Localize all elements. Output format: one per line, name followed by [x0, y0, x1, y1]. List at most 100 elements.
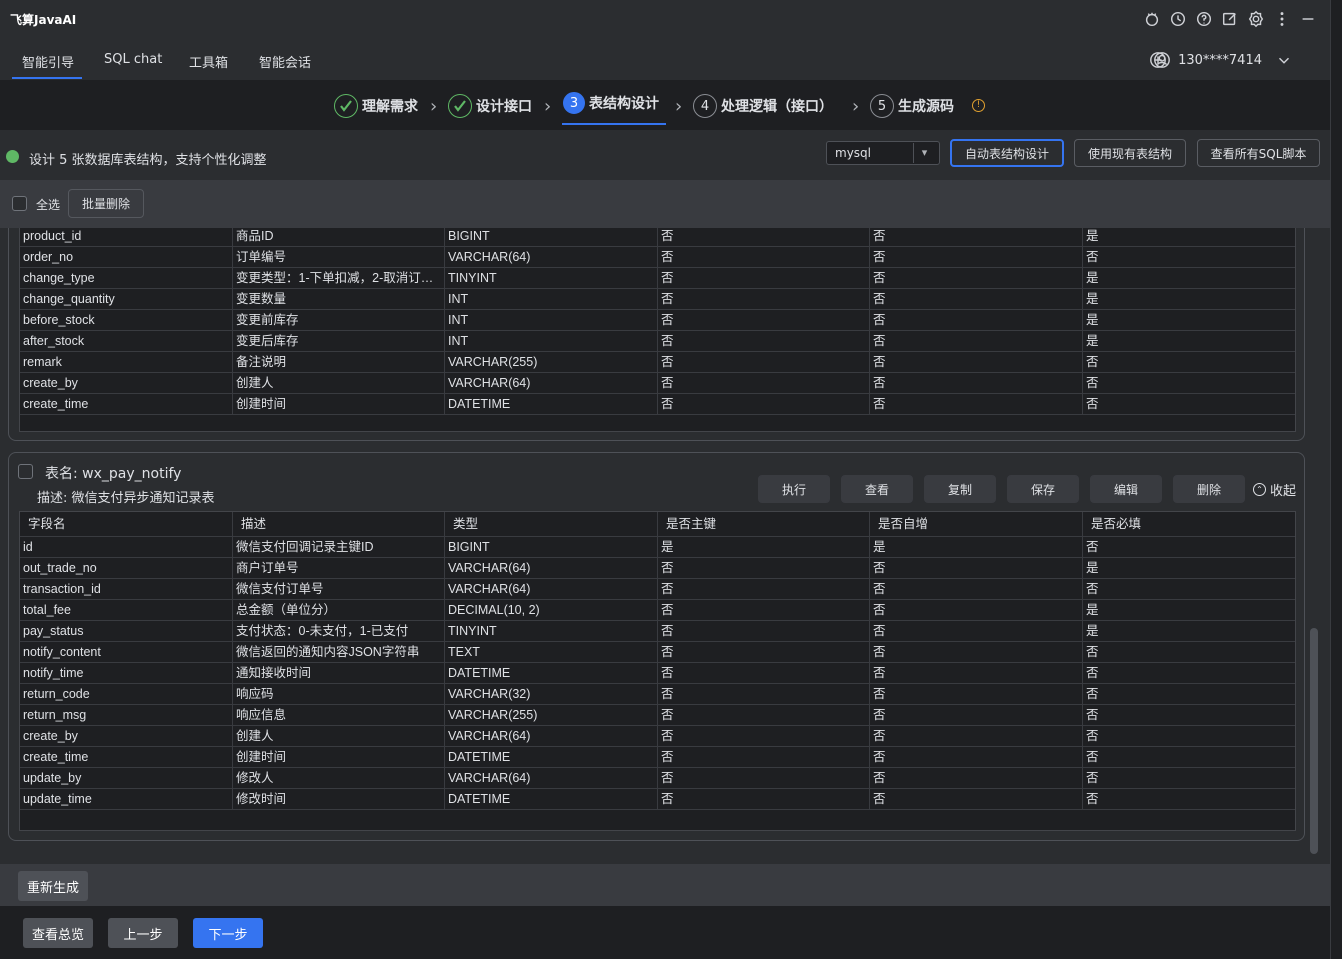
- table-cell[interactable]: 否: [658, 684, 870, 705]
- table-cell[interactable]: 否: [870, 352, 1083, 373]
- table-cell[interactable]: 否: [658, 289, 870, 310]
- table-cell[interactable]: update_time: [20, 789, 233, 810]
- table-cell[interactable]: return_msg: [20, 705, 233, 726]
- prev-step-button[interactable]: 上一步: [108, 918, 178, 948]
- table-cell[interactable]: 否: [870, 289, 1083, 310]
- table-cell[interactable]: VARCHAR(64): [445, 373, 658, 394]
- table-cell[interactable]: remark: [20, 352, 233, 373]
- user-menu[interactable]: 130****7414: [1152, 50, 1294, 70]
- table-cell[interactable]: 否: [870, 747, 1083, 768]
- table-cell[interactable]: 是: [1083, 621, 1295, 642]
- table-cell[interactable]: 否: [1083, 373, 1295, 394]
- table-cell[interactable]: 否: [1083, 684, 1295, 705]
- table-row[interactable]: change_quantity 变更数量 INT 否否是: [20, 289, 1295, 310]
- table-row[interactable]: remark 备注说明 VARCHAR(255) 否否否: [20, 352, 1295, 373]
- table-cell[interactable]: 否: [1083, 789, 1295, 810]
- execute-button[interactable]: 执行: [758, 475, 830, 503]
- table-row[interactable]: return_msg 响应信息 VARCHAR(255) 否否否: [20, 705, 1295, 726]
- table-cell[interactable]: id: [20, 537, 233, 558]
- table-cell[interactable]: notify_content: [20, 642, 233, 663]
- table-cell[interactable]: INT: [445, 289, 658, 310]
- table-cell[interactable]: change_quantity: [20, 289, 233, 310]
- table-cell[interactable]: 响应码: [233, 684, 445, 705]
- tab-guide[interactable]: 智能引导: [22, 52, 74, 71]
- next-step-button[interactable]: 下一步: [193, 918, 263, 948]
- table-cell[interactable]: DECIMAL(10, 2): [445, 600, 658, 621]
- table-cell[interactable]: 否: [658, 768, 870, 789]
- table-row[interactable]: after_stock 变更后库存 INT 否否是: [20, 331, 1295, 352]
- table-cell[interactable]: 是: [1083, 289, 1295, 310]
- table-cell[interactable]: return_code: [20, 684, 233, 705]
- table-cell[interactable]: 否: [658, 621, 870, 642]
- table-cell[interactable]: 微信支付订单号: [233, 579, 445, 600]
- tab-sql-chat[interactable]: SQL chat: [104, 52, 162, 67]
- table-cell[interactable]: 否: [870, 228, 1083, 247]
- table-cell[interactable]: order_no: [20, 247, 233, 268]
- table-cell[interactable]: 否: [658, 600, 870, 621]
- table-row[interactable]: total_fee 总金额（单位分） DECIMAL(10, 2) 否否是: [20, 600, 1295, 621]
- table-cell[interactable]: 否: [870, 579, 1083, 600]
- table-cell[interactable]: 变更后库存: [233, 331, 445, 352]
- table-row[interactable]: transaction_id 微信支付订单号 VARCHAR(64) 否否否: [20, 579, 1295, 600]
- sparkle-icon[interactable]: [1142, 9, 1162, 29]
- table-row[interactable]: update_time 修改时间 DATETIME 否否否: [20, 789, 1295, 810]
- table-row[interactable]: create_time 创建时间 DATETIME 否否否: [20, 394, 1295, 415]
- table-cell[interactable]: product_id: [20, 228, 233, 247]
- table-cell[interactable]: after_stock: [20, 331, 233, 352]
- table-cell[interactable]: DATETIME: [445, 663, 658, 684]
- table-cell[interactable]: DATETIME: [445, 789, 658, 810]
- table-cell[interactable]: 否: [870, 684, 1083, 705]
- column-header[interactable]: 是否自增: [870, 512, 1083, 537]
- table-row[interactable]: notify_time 通知接收时间 DATETIME 否否否: [20, 663, 1295, 684]
- table-cell[interactable]: create_by: [20, 726, 233, 747]
- table-cell[interactable]: total_fee: [20, 600, 233, 621]
- table-cell[interactable]: notify_time: [20, 663, 233, 684]
- table-cell[interactable]: 否: [1083, 394, 1295, 415]
- table-row[interactable]: notify_content 微信返回的通知内容JSON字符串 TEXT 否否否: [20, 642, 1295, 663]
- table-cell[interactable]: 否: [870, 247, 1083, 268]
- table-cell[interactable]: 变更类型：1-下单扣减，2-取消订单…: [233, 268, 445, 289]
- table-cell[interactable]: 是: [658, 537, 870, 558]
- table-cell[interactable]: transaction_id: [20, 579, 233, 600]
- table-row[interactable]: order_no 订单编号 VARCHAR(64) 否否否: [20, 247, 1295, 268]
- table-cell[interactable]: 是: [1083, 558, 1295, 579]
- table-row[interactable]: out_trade_no 商户订单号 VARCHAR(64) 否否是: [20, 558, 1295, 579]
- table-cell[interactable]: 备注说明: [233, 352, 445, 373]
- table-cell[interactable]: 否: [1083, 747, 1295, 768]
- tab-toolbox[interactable]: 工具箱: [189, 52, 228, 71]
- table-cell[interactable]: 否: [658, 663, 870, 684]
- tab-chat[interactable]: 智能会话: [259, 52, 311, 71]
- table-row[interactable]: return_code 响应码 VARCHAR(32) 否否否: [20, 684, 1295, 705]
- table-cell[interactable]: 订单编号: [233, 247, 445, 268]
- help-icon[interactable]: [1194, 9, 1214, 29]
- column-header[interactable]: 是否主键: [658, 512, 870, 537]
- step-1[interactable]: 理解需求: [334, 94, 418, 118]
- copy-button[interactable]: 复制: [924, 475, 996, 503]
- table-cell[interactable]: 修改人: [233, 768, 445, 789]
- table-cell[interactable]: 否: [870, 310, 1083, 331]
- step-5[interactable]: 5 生成源码: [870, 94, 954, 118]
- table-row[interactable]: change_type 变更类型：1-下单扣减，2-取消订单… TINYINT 否否是: [20, 268, 1295, 289]
- table-cell[interactable]: 是: [870, 537, 1083, 558]
- table-select-checkbox[interactable]: [18, 464, 33, 479]
- table-cell[interactable]: VARCHAR(64): [445, 768, 658, 789]
- table-cell[interactable]: 变更前库存: [233, 310, 445, 331]
- table-row[interactable]: create_time 创建时间 DATETIME 否否否: [20, 747, 1295, 768]
- table-cell[interactable]: 否: [870, 663, 1083, 684]
- table-cell[interactable]: 否: [870, 642, 1083, 663]
- table-cell[interactable]: change_type: [20, 268, 233, 289]
- overview-button[interactable]: 查看总览: [23, 918, 93, 948]
- table-cell[interactable]: out_trade_no: [20, 558, 233, 579]
- table-cell[interactable]: 否: [1083, 247, 1295, 268]
- table-cell[interactable]: 否: [658, 705, 870, 726]
- table-cell[interactable]: update_by: [20, 768, 233, 789]
- table-row[interactable]: id 微信支付回调记录主键ID BIGINT 是是否: [20, 537, 1295, 558]
- table-cell[interactable]: create_time: [20, 394, 233, 415]
- view-sql-button[interactable]: 查看所有SQL脚本: [1197, 139, 1320, 167]
- table-cell[interactable]: 是: [1083, 310, 1295, 331]
- table-cell[interactable]: VARCHAR(64): [445, 579, 658, 600]
- table-cell[interactable]: VARCHAR(255): [445, 705, 658, 726]
- table-cell[interactable]: 否: [1083, 537, 1295, 558]
- table-row[interactable]: create_by 创建人 VARCHAR(64) 否否否: [20, 726, 1295, 747]
- table-cell[interactable]: 商户订单号: [233, 558, 445, 579]
